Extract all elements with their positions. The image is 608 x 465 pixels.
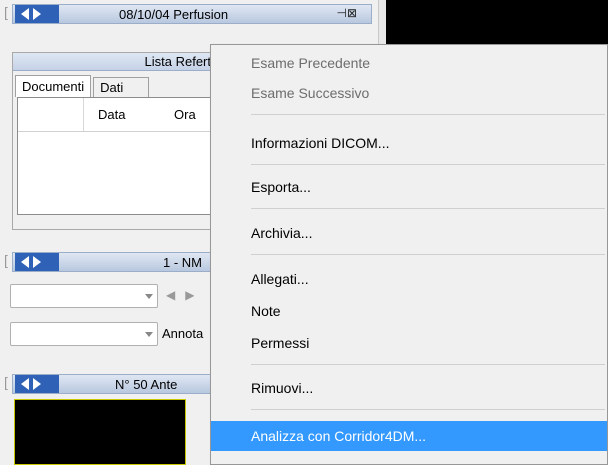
panel-bracket: [ — [4, 4, 8, 20]
prev-arrow-icon[interactable] — [21, 256, 29, 268]
report-table-header: Data Ora — [18, 98, 210, 132]
annotation-select[interactable] — [10, 322, 158, 346]
menu-item-label: Allegati... — [251, 271, 309, 287]
menu-separator — [251, 364, 605, 365]
menu-item-esame-successivo: Esame Successivo — [211, 81, 607, 105]
menu-separator — [251, 254, 605, 255]
image-nav-arrows[interactable] — [15, 375, 59, 393]
menu-item-rimuovi[interactable]: Rimuovi... — [211, 376, 607, 400]
menu-separator — [251, 114, 605, 115]
menu-item-note[interactable]: Note — [211, 299, 607, 323]
pin-icon[interactable]: ⊣⊠ — [336, 6, 357, 20]
next-arrow-icon[interactable] — [33, 378, 41, 390]
context-menu: Esame Precedente Esame Successivo Inform… — [210, 44, 608, 465]
next-arrow-icon[interactable] — [33, 256, 41, 268]
menu-item-label: Note — [251, 303, 281, 319]
tab-documenti[interactable]: Documenti — [15, 75, 92, 97]
menu-item-archivia[interactable]: Archivia... — [211, 221, 607, 245]
series-select[interactable] — [10, 284, 158, 308]
menu-separator — [251, 208, 605, 209]
header-title: 08/10/04 Perfusion — [119, 6, 229, 22]
header-bar: 08/10/04 Perfusion ⊣⊠ — [12, 4, 372, 24]
report-list-panel: Lista Refert Documenti Dati Data Ora — [12, 52, 216, 230]
frame-nav-arrows[interactable]: ◀ ▶ — [166, 288, 194, 302]
prev-arrow-icon[interactable] — [21, 8, 29, 20]
menu-item-esporta[interactable]: Esporta... — [211, 175, 607, 199]
menu-item-label: Esporta... — [251, 179, 311, 195]
menu-item-label: Informazioni DICOM... — [251, 135, 390, 151]
column-data[interactable]: Data — [84, 107, 174, 122]
menu-item-label: Archivia... — [251, 225, 313, 241]
menu-item-label: Esame Precedente — [251, 55, 371, 71]
menu-item-label: Rimuovi... — [251, 380, 314, 396]
menu-item-label: Esame Successivo — [251, 85, 370, 101]
annotation-label: Annota — [162, 326, 204, 341]
nav-arrows[interactable] — [15, 5, 59, 23]
prev-frame-icon[interactable]: ◀ — [166, 288, 175, 302]
report-list-title: Lista Refert — [13, 53, 215, 71]
menu-item-permessi[interactable]: Permessi — [211, 331, 607, 355]
next-arrow-icon[interactable] — [33, 8, 41, 20]
menu-item-allegati[interactable]: Allegati... — [211, 267, 607, 291]
report-tabs: Documenti Dati — [13, 71, 215, 97]
report-table[interactable]: Data Ora — [17, 97, 211, 215]
row-header-column — [18, 98, 84, 131]
menu-item-analizza-corridor4dm[interactable]: Analizza con Corridor4DM... — [211, 421, 607, 451]
menu-separator — [251, 409, 605, 410]
menu-separator — [251, 164, 605, 165]
menu-item-informazioni-dicom[interactable]: Informazioni DICOM... — [211, 131, 607, 155]
next-frame-icon[interactable]: ▶ — [185, 288, 194, 302]
chevron-down-icon[interactable] — [145, 332, 153, 337]
panel-bracket: [ — [4, 374, 8, 390]
prev-arrow-icon[interactable] — [21, 378, 29, 390]
menu-item-esame-precedente: Esame Precedente — [211, 51, 607, 75]
menu-item-label: Permessi — [251, 335, 310, 351]
series-nav-arrows[interactable] — [15, 253, 59, 271]
image-thumbnail[interactable] — [14, 399, 186, 465]
chevron-down-icon[interactable] — [145, 294, 153, 299]
column-ora[interactable]: Ora — [174, 107, 210, 122]
tab-dati[interactable]: Dati — [93, 77, 150, 97]
panel-bracket: [ — [4, 252, 8, 268]
menu-item-label: Analizza con Corridor4DM... — [251, 428, 427, 444]
